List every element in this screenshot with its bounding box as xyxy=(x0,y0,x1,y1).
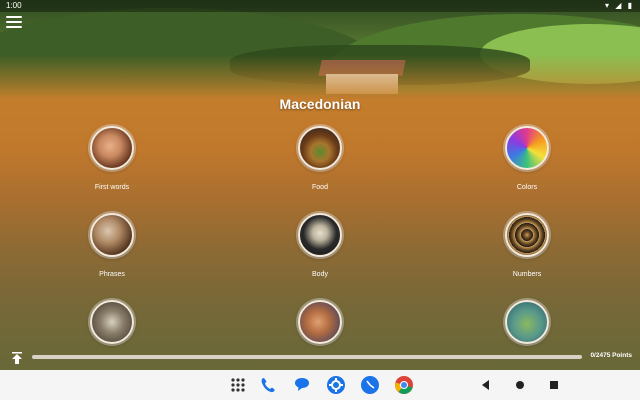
child-photo-icon xyxy=(90,126,134,170)
status-time: 1:00 xyxy=(6,1,22,10)
app-screen: 1:00 ▾ ◢ ▮ Macedonian First words Food C… xyxy=(0,0,640,370)
phrases-photo-icon xyxy=(90,213,134,257)
apps-grid-icon[interactable] xyxy=(228,375,248,395)
skeleton-photo-icon xyxy=(298,213,342,257)
category-food[interactable]: Food xyxy=(265,126,375,191)
owl-photo-icon xyxy=(90,300,134,344)
category-phrases[interactable]: Phrases xyxy=(57,213,167,278)
category-label: Numbers xyxy=(512,271,542,278)
back-icon[interactable] xyxy=(476,375,496,395)
header-landscape-image xyxy=(0,0,640,95)
system-taskbar xyxy=(0,370,640,400)
category-label: First words xyxy=(94,184,130,191)
category-nature[interactable] xyxy=(472,300,582,344)
drink-photo-icon xyxy=(298,300,342,344)
category-numbers[interactable]: Numbers xyxy=(472,213,582,278)
category-label: Food xyxy=(312,184,328,191)
status-icons: ▾ ◢ ▮ xyxy=(604,1,634,10)
points-progress-track xyxy=(32,355,582,359)
burger-photo-icon xyxy=(298,126,342,170)
numbers-photo-icon xyxy=(505,213,549,257)
messages-icon[interactable] xyxy=(292,375,312,395)
scroll-to-top-icon[interactable] xyxy=(10,351,24,365)
category-label: Colors xyxy=(516,184,538,191)
category-first-words[interactable]: First words xyxy=(57,126,167,191)
category-owl[interactable] xyxy=(57,300,167,344)
status-bar: 1:00 ▾ ◢ ▮ xyxy=(0,0,640,12)
category-colors[interactable]: Colors xyxy=(472,126,582,191)
points-text: 0/2475 Points xyxy=(590,352,632,359)
nature-photo-icon xyxy=(505,300,549,344)
recents-icon[interactable] xyxy=(544,375,564,395)
settings-icon[interactable] xyxy=(326,375,346,395)
progress-bar-area: 0/2475 Points xyxy=(0,348,640,370)
hamburger-menu-icon[interactable] xyxy=(6,16,22,30)
colors-photo-icon xyxy=(505,126,549,170)
category-label: Body xyxy=(312,271,328,278)
category-body[interactable]: Body xyxy=(265,213,375,278)
home-icon[interactable] xyxy=(510,375,530,395)
language-title: Macedonian xyxy=(279,96,361,112)
category-label: Phrases xyxy=(99,271,125,278)
chrome-icon[interactable] xyxy=(394,375,414,395)
phone-icon[interactable] xyxy=(258,375,278,395)
clock-icon[interactable] xyxy=(360,375,380,395)
category-drink[interactable] xyxy=(265,300,375,344)
